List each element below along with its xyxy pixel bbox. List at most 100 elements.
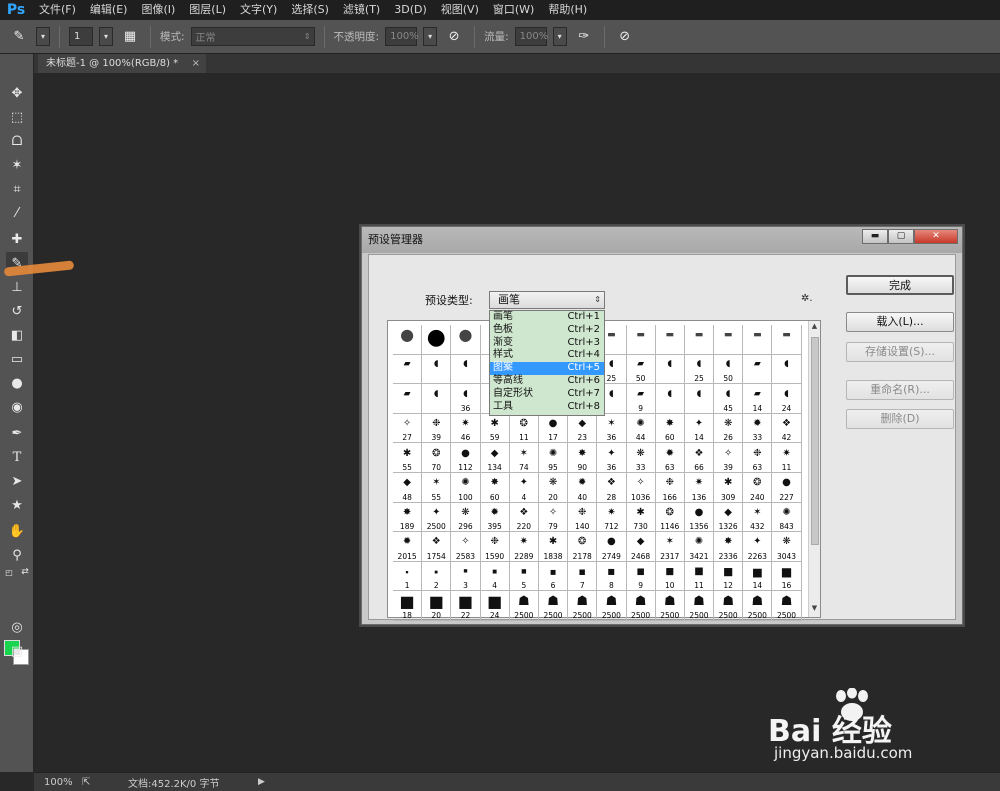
preset-type-option[interactable]: 自定形状 Ctrl+7 <box>490 388 604 401</box>
brush-preset-cell[interactable]: ✸ 60 <box>480 472 510 503</box>
brush-preset-cell[interactable]: ● 17 <box>538 413 569 444</box>
brush-preset-cell[interactable]: ✹ 63 <box>655 443 685 473</box>
shape-tool-icon[interactable]: ★ <box>6 494 28 516</box>
brush-preset-cell[interactable]: ✸ 90 <box>568 443 598 473</box>
healing-brush-tool-icon[interactable]: ✚ <box>6 228 28 250</box>
brush-preset-cell[interactable]: ❂ 240 <box>743 472 773 503</box>
brush-preset-cell[interactable]: ◖ 36 <box>451 384 481 414</box>
scroll-down-icon[interactable]: ▼ <box>809 604 820 616</box>
brush-preset-cell[interactable]: ✧ 39 <box>714 443 744 473</box>
brush-preset-cell[interactable]: ▬ <box>655 325 685 355</box>
hand-tool-icon[interactable]: ✋ <box>6 520 28 542</box>
brush-preset-cell[interactable]: ❋ 20 <box>538 472 569 503</box>
brush-preset-cell[interactable]: ✶ 55 <box>422 472 452 503</box>
brush-preset-cell[interactable]: ● 2749 <box>597 532 627 562</box>
brush-preset-cell[interactable]: ▰ <box>393 354 423 385</box>
brush-preset-cell[interactable]: ■ 3 <box>451 561 481 592</box>
brush-preset-cell[interactable]: ✧ 1036 <box>626 472 656 503</box>
crop-tool-icon[interactable]: ⌗ <box>6 178 28 200</box>
brush-preset-cell[interactable]: ◖ <box>422 384 452 414</box>
default-colors-icon[interactable]: ◰ <box>2 566 16 578</box>
brush-preset-cell[interactable]: ✶ 432 <box>743 502 773 533</box>
brush-preset-cell[interactable]: ✺ 3421 <box>684 532 715 562</box>
preset-type-option[interactable]: 等高线 Ctrl+6 <box>490 375 604 388</box>
done-button[interactable]: 完成 <box>846 275 954 295</box>
brush-preset-cell[interactable]: ▬ <box>772 325 802 355</box>
brush-preset-cell[interactable]: ✹ 33 <box>743 413 773 444</box>
history-brush-tool-icon[interactable]: ↺ <box>6 300 28 322</box>
opacity-input[interactable]: 100% <box>385 27 419 46</box>
brush-preset-cell[interactable]: ☗ 2500 <box>509 591 539 621</box>
brush-preset-cell[interactable]: ✱ 1838 <box>538 532 569 562</box>
menu-item[interactable]: 图层(L) <box>182 0 233 20</box>
brush-preset-cell[interactable]: ◖ <box>451 354 481 385</box>
brush-preset-cell[interactable]: ❂ 70 <box>422 443 452 473</box>
brush-preset-cell[interactable]: ✹ 395 <box>480 502 510 533</box>
save-set-button[interactable]: 存储设置(S)... <box>846 342 954 362</box>
type-tool-icon[interactable]: T <box>6 446 28 468</box>
brush-preset-cell[interactable]: ■ 6 <box>538 561 569 592</box>
brush-size-dropdown[interactable]: ▾ <box>99 27 113 46</box>
brush-preset-cell[interactable]: ◖ 25 <box>684 354 715 385</box>
brush-preset-cell[interactable]: ◖ <box>655 354 685 385</box>
brush-preset-cell[interactable]: ✷ 2289 <box>509 532 539 562</box>
brush-preset-cell[interactable]: ■ 7 <box>568 561 598 592</box>
brush-preset-cell[interactable]: ▬ <box>684 325 715 355</box>
pen-tool-icon[interactable]: ✒ <box>6 422 28 444</box>
brush-preset-cell[interactable]: ✸ 60 <box>655 413 685 444</box>
brush-preset-cell[interactable]: ✷ 46 <box>451 413 481 444</box>
brush-preset-cell[interactable]: ❉ 63 <box>743 443 773 473</box>
flow-dropdown[interactable]: ▾ <box>552 27 567 46</box>
brush-preset-cell[interactable]: ✷ 136 <box>684 472 715 503</box>
brush-preset-cell[interactable]: ▰ 14 <box>743 384 773 414</box>
brush-preset-cell[interactable]: ✸ 2336 <box>714 532 744 562</box>
brush-preset-cell[interactable]: ■ 10 <box>655 561 685 592</box>
close-button[interactable]: ✕ <box>914 229 958 244</box>
brush-preset-cell[interactable]: ● <box>393 325 423 355</box>
brush-preset-cell[interactable]: ■ 18 <box>393 591 423 621</box>
brush-preset-cell[interactable]: ✦ 4 <box>509 472 539 503</box>
menu-item[interactable]: 滤镜(T) <box>336 0 387 20</box>
brush-preset-cell[interactable]: ✺ 95 <box>538 443 569 473</box>
brush-preset-cell[interactable]: ✧ 2583 <box>451 532 481 562</box>
eyedropper-tool-icon[interactable]: ⁄ <box>6 202 28 224</box>
brush-preset-cell[interactable]: ❖ 1754 <box>422 532 452 562</box>
brush-preset-cell[interactable]: ▬ <box>743 325 773 355</box>
zoom-level[interactable]: 100% <box>44 777 76 788</box>
brush-preset-cell[interactable]: ✦ 2263 <box>743 532 773 562</box>
zoom-tool-icon[interactable]: ⚲ <box>6 544 28 566</box>
brush-preset-cell[interactable]: ● <box>451 325 481 355</box>
tool-preset-dropdown[interactable]: ▾ <box>36 27 50 46</box>
brush-preset-cell[interactable]: ✧ 27 <box>393 413 423 444</box>
brush-preset-cell[interactable]: ● 112 <box>451 443 481 473</box>
brush-preset-cell[interactable]: ◖ 24 <box>772 384 802 414</box>
brush-preset-cell[interactable]: ● 1356 <box>684 502 715 533</box>
brush-preset-cell[interactable]: ● 227 <box>772 472 802 503</box>
mode-select[interactable]: 正常 ⇕ <box>190 27 315 46</box>
brush-preset-cell[interactable]: ✺ 100 <box>451 472 481 503</box>
brush-preset-cell[interactable]: ✧ 79 <box>538 502 569 533</box>
brush-preset-cell[interactable]: ▰ 9 <box>626 384 656 414</box>
brush-preset-cell[interactable]: ◆ 134 <box>480 443 510 473</box>
brush-preset-cell[interactable]: ■ 12 <box>714 561 744 592</box>
brush-preset-cell[interactable]: ✱ 309 <box>714 472 744 503</box>
marquee-tool-icon[interactable]: ⬚ <box>6 106 28 128</box>
lasso-tool-icon[interactable]: ᗝ <box>6 130 28 152</box>
brush-preset-cell[interactable]: ◆ 2468 <box>626 532 656 562</box>
brush-preset-cell[interactable]: ■ 20 <box>422 591 452 621</box>
preset-type-option[interactable]: 样式 Ctrl+4 <box>490 349 604 362</box>
brush-size-picker[interactable]: 1 <box>69 27 93 46</box>
menu-item[interactable]: 窗口(W) <box>486 0 541 20</box>
eraser-tool-icon[interactable]: ◧ <box>6 324 28 346</box>
preset-type-option[interactable]: 渐变 Ctrl+3 <box>490 337 604 350</box>
brush-preset-cell[interactable]: ◆ 1326 <box>714 502 744 533</box>
brush-preset-cell[interactable]: ◖ 45 <box>714 384 744 414</box>
swap-colors-icon[interactable]: ⇄ <box>18 566 32 578</box>
preset-scrollbar[interactable]: ▲ ▼ <box>808 321 820 617</box>
brush-preset-cell[interactable]: ☗ 2500 <box>743 591 773 621</box>
preset-type-select[interactable]: 画笔 ⇕ <box>489 291 605 309</box>
brush-preset-cell[interactable]: ✹ 40 <box>568 472 598 503</box>
brush-preset-cell[interactable]: ■ 16 <box>772 561 802 592</box>
brush-preset-cell[interactable]: ☗ 2500 <box>568 591 598 621</box>
brush-preset-cell[interactable]: ▰ <box>743 354 773 385</box>
